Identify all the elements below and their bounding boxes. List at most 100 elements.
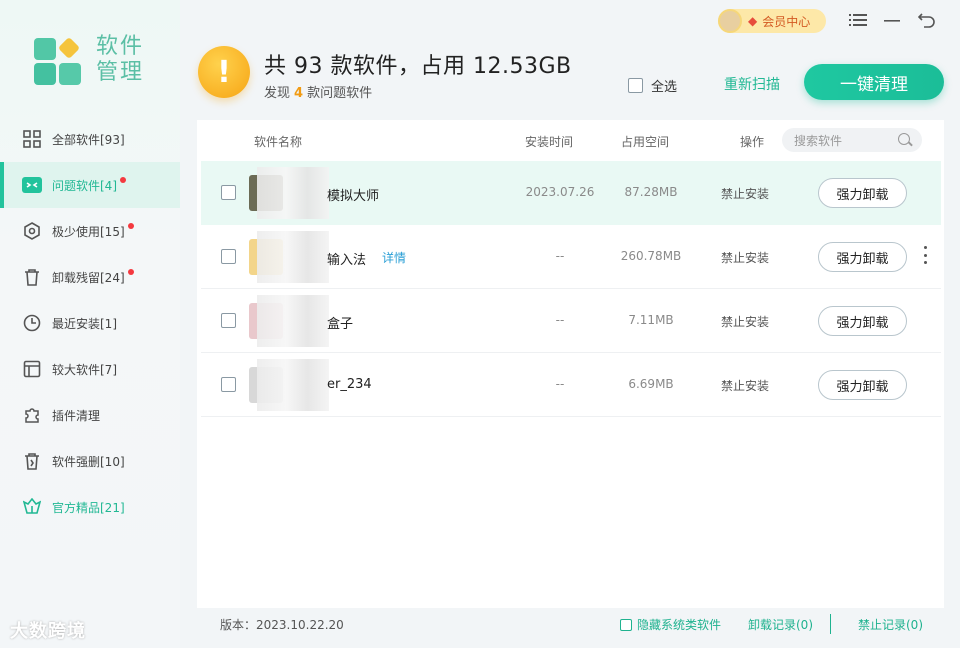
column-action: 操作 (740, 135, 765, 149)
software-name: 输入法 (327, 253, 367, 268)
table-header: 软件名称 安装时间 占用空间 操作 搜索软件 (197, 120, 944, 160)
back-icon[interactable] (916, 9, 938, 31)
sidebar-item-6[interactable]: 插件清理 (0, 392, 180, 438)
problem-summary: 发现 4 款问题软件 (264, 86, 373, 101)
force-uninstall-button[interactable]: 强力卸载 (818, 178, 907, 208)
select-all-checkbox[interactable]: 全选 (628, 76, 677, 95)
minimize-icon[interactable] (881, 9, 903, 31)
row-checkbox[interactable] (221, 377, 236, 392)
clock-icon (22, 313, 42, 333)
install-date: -- (555, 313, 565, 327)
rescan-link[interactable]: 重新扫描 (724, 74, 780, 94)
table-row[interactable]: 盒子 -- 7.11MB 禁止安装 强力卸载 (201, 289, 941, 353)
blurred-app-icon (257, 295, 329, 347)
app-logo: 软件 管理 (34, 34, 154, 92)
select-all-label: 全选 (651, 80, 678, 95)
blurred-app-icon (257, 231, 329, 283)
force-uninstall-button[interactable]: 强力卸载 (818, 242, 907, 272)
software-list-panel: 软件名称 安装时间 占用空间 操作 搜索软件 模拟大师 2023.07.26 87.… (197, 120, 944, 608)
space-used: 87.28MB (624, 185, 678, 199)
alert-dot (127, 223, 134, 229)
sidebar-item-label: 问题软件[4] (52, 178, 117, 193)
alert-dot (127, 269, 134, 275)
rarely-used-icon (22, 221, 42, 241)
space-used: 6.69MB (628, 377, 674, 391)
sidebar-item-label: 极少使用[15] (52, 224, 125, 239)
window-icon (22, 359, 42, 379)
row-checkbox[interactable] (221, 185, 236, 200)
table-row[interactable]: er_234 -- 6.69MB 禁止安装 强力卸载 (201, 353, 941, 417)
space-used: 260.78MB (620, 249, 682, 263)
sidebar-nav: 全部软件[93] 问题软件[4] 极少使用[15] 卸载残留[24] 最近安装[1] 较大… (0, 116, 180, 530)
sidebar-item-4[interactable]: 最近安装[1] (0, 300, 180, 346)
sidebar-item-label: 全部软件[93] (52, 132, 125, 147)
install-date: -- (555, 377, 565, 391)
warning-icon: ! (198, 46, 250, 98)
sidebar-item-label: 较大软件[7] (52, 362, 117, 377)
problem-count: 4 (294, 86, 304, 101)
trash-icon (22, 267, 42, 287)
alert-dot (120, 177, 126, 183)
table-row[interactable]: 输入法 详情 -- 260.78MB 禁止安装 强力卸载 (201, 225, 941, 289)
crown-icon (22, 497, 42, 517)
ban-install-link[interactable]: 禁止安装 (721, 249, 769, 266)
sidebar-item-label: 最近安装[1] (52, 316, 117, 331)
app-window: 软件 管理 全部软件[93] 问题软件[4] 极少使用[15] 卸载残留[24] 最近安… (0, 0, 960, 648)
one-click-clean-button[interactable]: 一键清理 (804, 64, 944, 100)
summary-title: 共 93 款软件，占用 12.53GB (264, 54, 572, 79)
puzzle-icon (22, 405, 42, 425)
menu-icon[interactable] (847, 9, 869, 31)
divider (830, 614, 831, 634)
column-name: 软件名称 (254, 135, 303, 149)
sidebar-item-label: 官方精品[21] (52, 500, 125, 515)
install-date: 2023.07.26 (525, 185, 595, 199)
sidebar-item-label: 卸载残留[24] (52, 270, 125, 285)
ban-install-link[interactable]: 禁止安装 (721, 313, 769, 330)
column-install-time: 安装时间 (525, 135, 574, 149)
force-uninstall-button[interactable]: 强力卸载 (818, 306, 907, 336)
space-used: 7.11MB (628, 313, 674, 327)
details-link[interactable]: 详情 (382, 249, 406, 266)
sidebar-item-2[interactable]: 极少使用[15] (0, 208, 180, 254)
hide-system-checkbox[interactable]: 隐藏系统类软件 (620, 616, 721, 633)
watermark: 大数跨境 (10, 621, 86, 642)
ban-log-link[interactable]: 禁止记录(0) (858, 616, 923, 633)
table-row[interactable]: 模拟大师 2023.07.26 87.28MB 禁止安装 强力卸载 (201, 161, 941, 225)
app-title: 软件 管理 (96, 34, 145, 85)
version-text: 版本：2023.10.22.20 (220, 618, 344, 632)
sidebar: 软件 管理 全部软件[93] 问题软件[4] 极少使用[15] 卸载残留[24] 最近安… (0, 0, 180, 648)
row-checkbox[interactable] (221, 249, 236, 264)
sidebar-item-0[interactable]: 全部软件[93] (0, 116, 180, 162)
sidebar-item-8[interactable]: 官方精品[21] (0, 484, 180, 530)
column-space: 占用空间 (621, 135, 670, 149)
sidebar-item-5[interactable]: 较大软件[7] (0, 346, 180, 392)
checkbox[interactable] (620, 619, 632, 631)
sidebar-item-3[interactable]: 卸载残留[24] (0, 254, 180, 300)
sidebar-item-7[interactable]: 软件强删[10] (0, 438, 180, 484)
grid-icon (22, 129, 42, 149)
software-name: er_234 (327, 377, 372, 392)
ban-install-link[interactable]: 禁止安装 (721, 377, 769, 394)
blurred-app-icon (257, 167, 329, 219)
avatar (718, 9, 742, 33)
ban-install-link[interactable]: 禁止安装 (721, 185, 769, 202)
search-placeholder: 搜索软件 (794, 133, 843, 148)
software-name: 盒子 (327, 317, 354, 332)
vip-center-button[interactable]: ◆ 会员中心 (718, 9, 826, 33)
checkbox[interactable] (628, 78, 643, 93)
force-delete-icon (22, 451, 42, 471)
row-checkbox[interactable] (221, 313, 236, 328)
uninstall-log-link[interactable]: 卸载记录(0) (748, 616, 813, 633)
vip-center-label: 会员中心 (762, 14, 811, 29)
software-name: 模拟大师 (327, 189, 380, 204)
footer: 版本：2023.10.22.20 隐藏系统类软件 卸载记录(0) 禁止记录(0) (180, 608, 960, 648)
blurred-app-icon (257, 359, 329, 411)
search-input[interactable]: 搜索软件 (782, 128, 922, 152)
force-uninstall-button[interactable]: 强力卸载 (818, 370, 907, 400)
problem-icon (22, 175, 42, 195)
sidebar-item-label: 插件清理 (52, 408, 101, 423)
more-options-icon[interactable] (922, 246, 928, 264)
sidebar-item-1[interactable]: 问题软件[4] (0, 162, 180, 208)
search-icon[interactable] (898, 133, 910, 145)
install-date: -- (555, 249, 565, 263)
